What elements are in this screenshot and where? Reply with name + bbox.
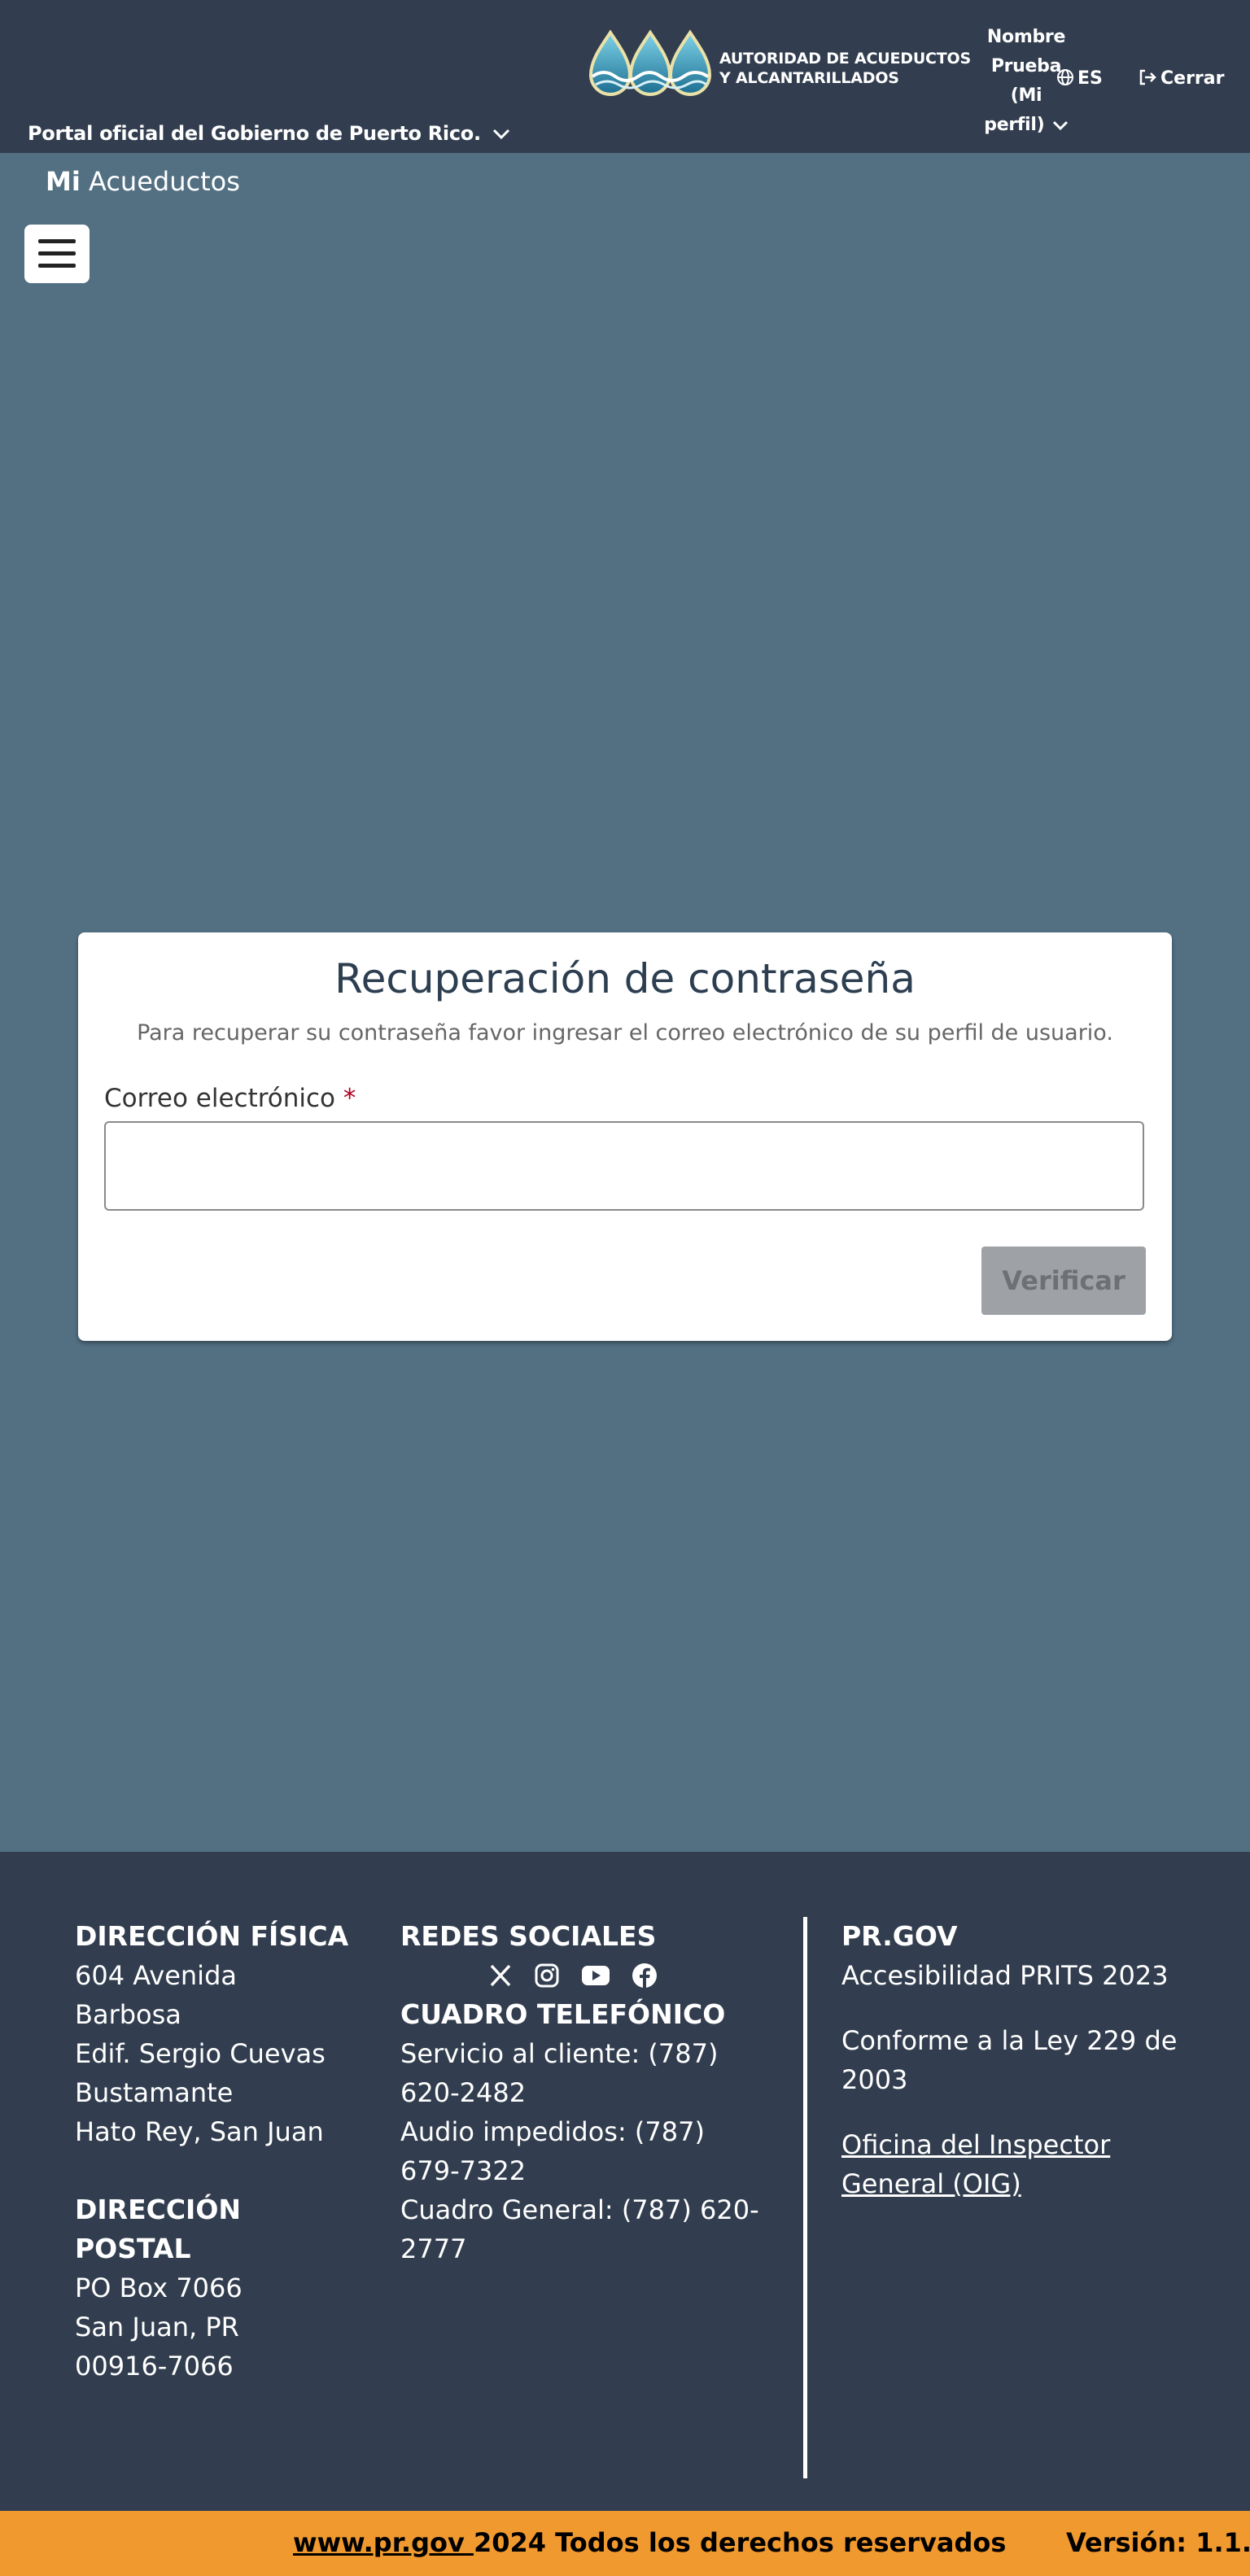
postal-address-line: San Juan, PR	[75, 2312, 239, 2342]
user-name: Nombre Prueba (Mi perfil)	[984, 27, 1066, 135]
law-text: Conforme a la Ley 229 de 2003	[841, 2025, 1178, 2095]
hamburger-menu-icon	[38, 239, 76, 268]
language-selector[interactable]: ES	[1056, 68, 1103, 89]
rights-text: 2024 Todos los derechos reservados	[473, 2527, 1007, 2558]
chevron-down-icon	[492, 129, 509, 140]
email-field[interactable]	[104, 1121, 1144, 1211]
app-title-prefix: Mi	[46, 166, 81, 197]
social-links	[400, 1956, 767, 1995]
agency-name: AUTORIDAD DE ACUEDUCTOS Y ALCANTARILLADO…	[719, 49, 971, 88]
site-header: AUTORIDAD DE ACUEDUCTOS Y ALCANTARILLADO…	[0, 0, 1250, 153]
page-title: Recuperación de contraseña	[334, 955, 916, 1002]
prgov-heading: PR.GOV	[841, 1920, 958, 1952]
app-title-rest: Acueductos	[88, 166, 240, 197]
physical-address-line: Edif. Sergio Cuevas	[75, 2038, 326, 2069]
customer-service-phone: Servicio al cliente: (787) 620-2482	[400, 2038, 719, 2108]
logout-icon	[1139, 69, 1156, 85]
physical-address-line: Bustamante	[75, 2077, 234, 2108]
instagram-icon[interactable]	[534, 1963, 560, 1989]
general-phone: Cuadro General: (787) 620-2777	[400, 2194, 759, 2264]
physical-address-line: Hato Rey, San Juan	[75, 2116, 324, 2147]
postal-address-heading: DIRECCIÓN POSTAL	[75, 2194, 242, 2264]
physical-address-line: Barbosa	[75, 1999, 181, 2030]
postal-address-line: PO Box 7066	[75, 2273, 243, 2303]
copyright-text: www.pr.gov 2024 Todos los derechos reser…	[293, 2527, 1006, 2558]
footer-prgov-column: PR.GOV Accesibilidad PRITS 2023 Conforme…	[841, 1917, 1200, 2203]
youtube-icon[interactable]	[581, 1964, 610, 1987]
oig-link[interactable]: Oficina del Inspector General (OIG)	[841, 2129, 1110, 2199]
agency-logo-icon[interactable]	[588, 29, 713, 99]
globe-icon	[1057, 69, 1073, 85]
hearing-impaired-phone: Audio impedidos: (787) 679-7322	[400, 2116, 705, 2186]
social-heading: REDES SOCIALES	[400, 1920, 657, 1952]
required-marker: *	[343, 1084, 356, 1113]
chevron-down-icon	[1052, 120, 1068, 130]
facebook-icon[interactable]	[632, 1963, 658, 1989]
logout-button[interactable]: Cerrar	[1138, 68, 1224, 89]
footer-contact-column: REDES SOCIALES CUADRO TELEFÓNICO Servici…	[400, 1917, 767, 2268]
language-label: ES	[1077, 68, 1103, 89]
password-recovery-card: Recuperación de contraseña Para recupera…	[78, 932, 1172, 1341]
physical-address-heading: DIRECCIÓN FÍSICA	[75, 1920, 349, 1952]
agency-name-line2: Y ALCANTARILLADOS	[719, 69, 899, 87]
gov-portal-dropdown[interactable]: Portal oficial del Gobierno de Puerto Ri…	[28, 122, 510, 145]
version-label: Versión: 1.1.0	[1066, 2527, 1250, 2558]
email-label-text: Correo electrónico	[104, 1084, 336, 1113]
email-field-label: Correo electrónico *	[104, 1084, 356, 1113]
logout-label: Cerrar	[1160, 68, 1225, 89]
accessibility-text: Accesibilidad PRITS 2023	[841, 1960, 1169, 1991]
footer-divider	[803, 1917, 807, 2478]
phone-heading: CUADRO TELEFÓNICO	[400, 1998, 726, 2030]
site-footer: DIRECCIÓN FÍSICA 604 Avenida Barbosa Edi…	[0, 1852, 1250, 2511]
menu-button[interactable]	[24, 225, 90, 283]
agency-name-line1: AUTORIDAD DE ACUEDUCTOS	[719, 50, 971, 68]
instructions-text: Para recuperar su contraseña favor ingre…	[137, 1020, 1113, 1046]
x-icon[interactable]	[488, 1963, 513, 1988]
footer-address-column: DIRECCIÓN FÍSICA 604 Avenida Barbosa Edi…	[75, 1917, 352, 2386]
prgov-site-link[interactable]: www.pr.gov	[293, 2527, 474, 2558]
physical-address-line: 604 Avenida	[75, 1960, 237, 1991]
app-title[interactable]: Mi Acueductos	[46, 166, 240, 197]
copyright-bar: www.pr.gov 2024 Todos los derechos reser…	[0, 2511, 1250, 2576]
verify-button[interactable]: Verificar	[981, 1247, 1146, 1315]
postal-address-line: 00916-7066	[75, 2351, 234, 2382]
gov-portal-label: Portal oficial del Gobierno de Puerto Ri…	[28, 122, 481, 145]
